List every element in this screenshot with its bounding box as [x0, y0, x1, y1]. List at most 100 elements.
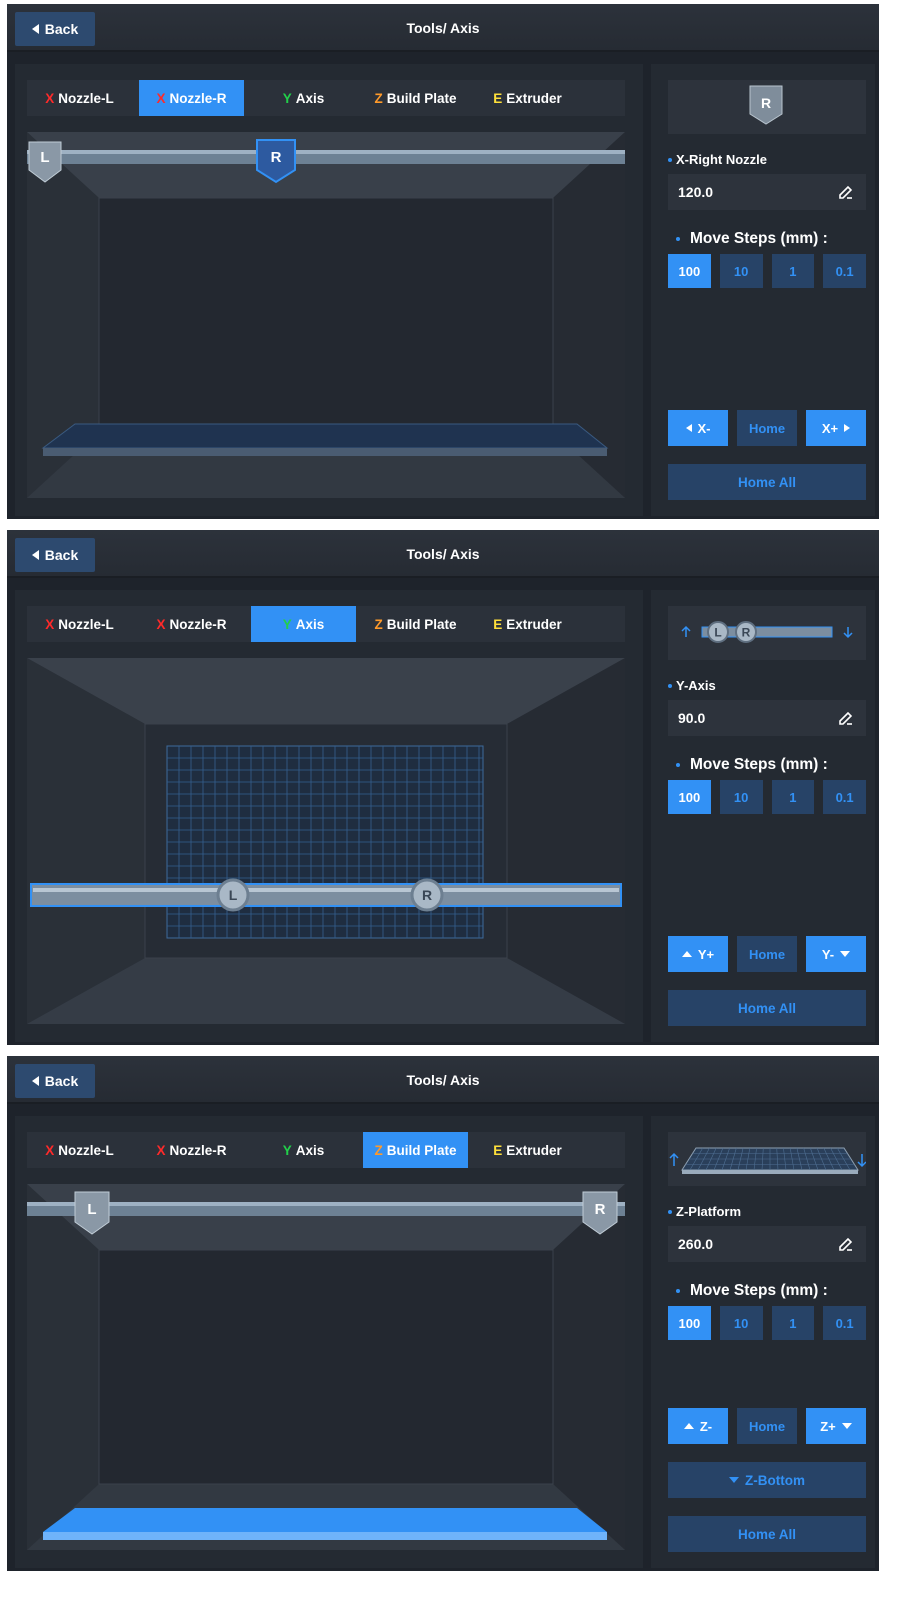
arrow-up-icon: [683, 1423, 694, 1429]
tab-label: Extruder: [506, 1142, 562, 1158]
z-bottom-label: Z-Bottom: [745, 1472, 805, 1488]
z-position-field[interactable]: 260.0: [668, 1226, 866, 1262]
move-steps-selector: 100 10 1 0.1: [668, 780, 866, 814]
step-0.1-button[interactable]: 0.1: [823, 1306, 866, 1340]
bullet-icon: [676, 763, 680, 767]
nozzle-r-badge: R: [422, 887, 432, 903]
tab-build-plate[interactable]: Z Build Plate: [363, 1132, 468, 1168]
screen-build-plate: Back Tools/ Axis X Nozzle-L X Nozzle-R Y Ax…: [7, 1056, 879, 1571]
edit-icon[interactable]: [838, 1236, 854, 1252]
move-controls: Z- Home Z+: [668, 1408, 866, 1444]
arrow-up-icon: [669, 1152, 679, 1166]
nozzle-r-badge: R: [595, 1201, 606, 1218]
move-steps-label: Move Steps (mm) :: [676, 230, 828, 248]
arrow-down-icon: [841, 1423, 852, 1429]
tab-nozzle-l[interactable]: X Nozzle-L: [27, 606, 132, 642]
tab-y-axis[interactable]: Y Axis: [251, 606, 356, 642]
tab-label: Build Plate: [386, 616, 457, 632]
build-plate: [41, 423, 609, 456]
page-title: Tools/ Axis: [406, 1072, 480, 1088]
main-panel: X Nozzle-L X Nozzle-R Y Axis Z Build Plate E…: [15, 1116, 643, 1568]
bullet-icon: [668, 1209, 672, 1214]
tab-y-axis[interactable]: Y Axis: [251, 1132, 356, 1168]
tab-axis-letter: Y: [282, 616, 292, 632]
tab-axis-letter: X: [45, 90, 55, 106]
z-plus-label: Z+: [820, 1418, 836, 1434]
screen-y-axis: Back Tools/ Axis X Nozzle-L X Nozzle-R Y Ax…: [7, 530, 879, 1045]
tab-label: Axis: [295, 90, 325, 106]
bullet-icon: [676, 237, 680, 241]
tab-extruder[interactable]: E Extruder: [475, 1132, 580, 1168]
tab-axis-letter: Z: [374, 616, 383, 632]
y-gantry-preview: L R: [668, 606, 866, 660]
bullet-icon: [676, 1289, 680, 1293]
z-bottom-button[interactable]: Z-Bottom: [668, 1462, 866, 1498]
tab-extruder[interactable]: E Extruder: [475, 80, 580, 116]
z-minus-button[interactable]: Z-: [668, 1408, 728, 1444]
nozzle-r-preview: R: [668, 80, 866, 134]
field-label-text: X-Right Nozzle: [676, 152, 767, 167]
step-10-button[interactable]: 10: [719, 1306, 763, 1340]
preview-badge-l: L: [714, 626, 721, 640]
tab-nozzle-l[interactable]: X Nozzle-L: [27, 80, 132, 116]
tab-axis-letter: X: [156, 616, 166, 632]
axis-tabs: X Nozzle-L X Nozzle-R Y Axis Z Build Plate E…: [27, 1132, 625, 1168]
z-plus-button[interactable]: Z+: [806, 1408, 866, 1444]
top-bar: Back Tools/ Axis: [7, 1056, 879, 1104]
move-controls: Y+ Home Y-: [668, 936, 866, 972]
step-1-button[interactable]: 1: [771, 1306, 815, 1340]
y-minus-button[interactable]: Y-: [806, 936, 866, 972]
tab-y-axis[interactable]: Y Axis: [251, 80, 356, 116]
tab-nozzle-r[interactable]: X Nozzle-R: [139, 606, 244, 642]
nozzle-r-badge: R: [271, 149, 282, 166]
arrow-right-icon: [844, 424, 851, 432]
move-steps-selector: 100 10 1 0.1: [668, 254, 866, 288]
edit-icon[interactable]: [838, 184, 854, 200]
tab-extruder[interactable]: E Extruder: [475, 606, 580, 642]
x-minus-button[interactable]: X-: [668, 410, 728, 446]
home-button[interactable]: Home: [737, 410, 797, 446]
tab-nozzle-l[interactable]: X Nozzle-L: [27, 1132, 132, 1168]
y-minus-label: Y-: [821, 946, 835, 962]
tab-build-plate[interactable]: Z Build Plate: [363, 80, 468, 116]
home-button[interactable]: Home: [737, 1408, 797, 1444]
arrow-down-icon: [729, 1477, 739, 1483]
tab-nozzle-r[interactable]: X Nozzle-R: [139, 80, 244, 116]
home-all-button[interactable]: Home All: [668, 464, 866, 500]
tab-nozzle-r[interactable]: X Nozzle-R: [139, 1132, 244, 1168]
step-100-button[interactable]: 100: [668, 254, 711, 288]
step-0.1-button[interactable]: 0.1: [823, 254, 866, 288]
z-position-value: 260.0: [678, 1236, 714, 1252]
nozzle-l-marker: L: [216, 878, 250, 912]
tab-build-plate[interactable]: Z Build Plate: [363, 606, 468, 642]
x-gantry-rail: [27, 150, 625, 164]
top-bar: Back Tools/ Axis: [7, 530, 879, 578]
y-position-field[interactable]: 90.0: [668, 700, 866, 736]
arrow-down-icon: [843, 627, 853, 639]
x-plus-button[interactable]: X+: [806, 410, 866, 446]
nozzle-l-badge: L: [87, 1201, 96, 1218]
x-position-value: 120.0: [678, 184, 714, 200]
home-all-button[interactable]: Home All: [668, 990, 866, 1026]
home-button[interactable]: Home: [737, 936, 797, 972]
step-0.1-button[interactable]: 0.1: [823, 780, 866, 814]
step-10-button[interactable]: 10: [719, 254, 763, 288]
x-position-field[interactable]: 120.0: [668, 174, 866, 210]
z-minus-label: Z-: [699, 1418, 713, 1434]
build-plate-grid: [166, 745, 484, 939]
edit-icon[interactable]: [838, 710, 854, 726]
step-10-button[interactable]: 10: [719, 780, 763, 814]
home-all-button[interactable]: Home All: [668, 1516, 866, 1552]
step-1-button[interactable]: 1: [771, 254, 815, 288]
step-100-button[interactable]: 100: [668, 780, 711, 814]
main-panel: X Nozzle-L X Nozzle-R Y Axis Z Build Plate E…: [15, 64, 643, 516]
tab-axis-letter: X: [156, 1142, 166, 1158]
x-minus-label: X-: [697, 420, 711, 436]
step-1-button[interactable]: 1: [771, 780, 815, 814]
move-steps-text: Move Steps (mm) :: [690, 230, 828, 247]
step-100-button[interactable]: 100: [668, 1306, 711, 1340]
tab-axis-letter: X: [45, 616, 55, 632]
y-position-value: 90.0: [678, 710, 706, 726]
axis-tabs: X Nozzle-L X Nozzle-R Y Axis Z Build Plate E…: [27, 606, 625, 642]
y-plus-button[interactable]: Y+: [668, 936, 728, 972]
